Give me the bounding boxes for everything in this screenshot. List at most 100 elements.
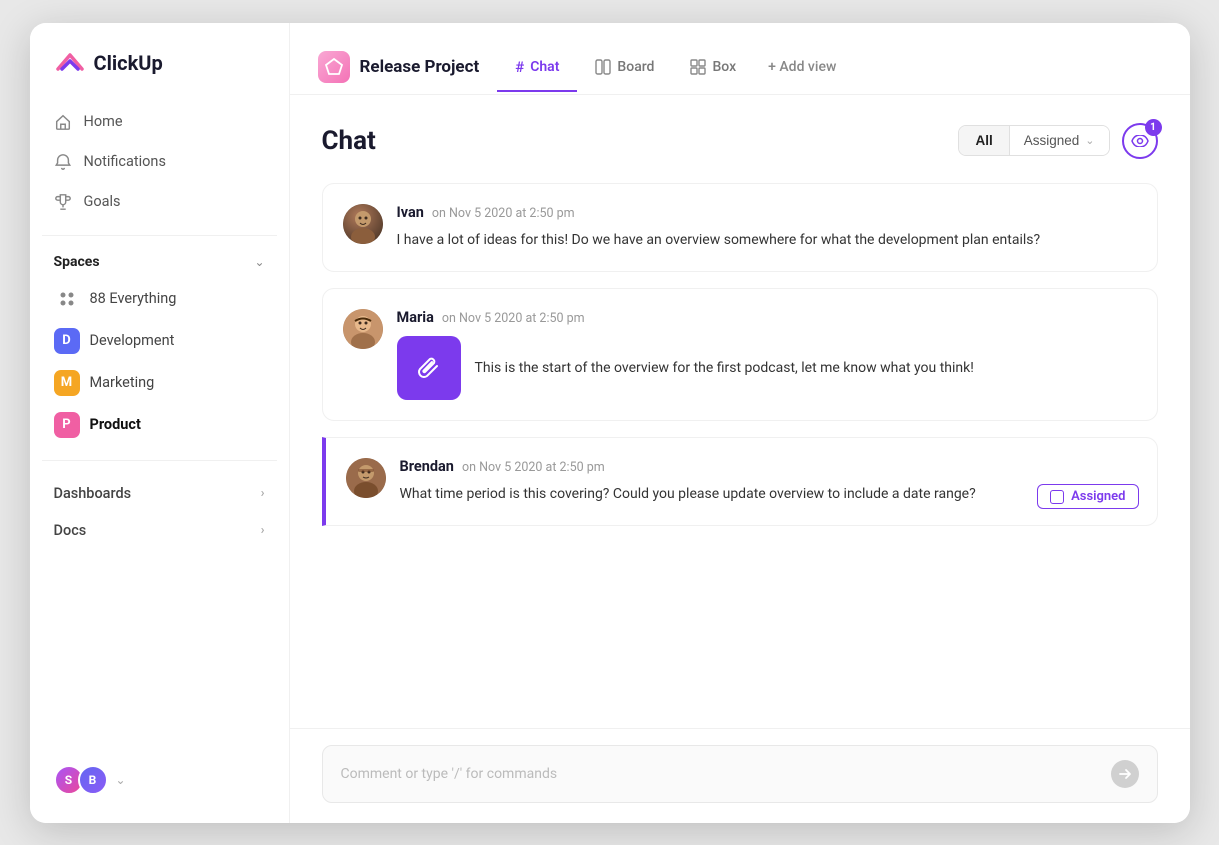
- home-label: Home: [84, 113, 123, 130]
- sidebar-divider-1: [42, 235, 277, 236]
- brendan-avatar: [346, 458, 386, 498]
- ivan-avatar: [343, 204, 383, 244]
- msg-1-header: Ivan on Nov 5 2020 at 2:50 pm: [397, 204, 1137, 221]
- msg-2-body: Maria on Nov 5 2020 at 2:50 pm This is t…: [397, 309, 1137, 400]
- header-right: All Assigned ⌄ 1: [958, 123, 1157, 159]
- home-icon: [54, 113, 72, 131]
- msg-3-text: What time period is this covering? Could…: [400, 483, 1137, 505]
- chat-list: Ivan on Nov 5 2020 at 2:50 pm I have a l…: [322, 183, 1158, 728]
- sidebar-item-product[interactable]: P Product: [30, 404, 289, 446]
- msg-3-header: Brendan on Nov 5 2020 at 2:50 pm: [400, 458, 1137, 475]
- box-icon: [690, 59, 706, 75]
- chat-tab-label: Chat: [530, 59, 559, 75]
- msg-1-author: Ivan: [397, 204, 424, 221]
- assigned-chevron-icon: ⌄: [1085, 134, 1094, 147]
- docs-label: Docs: [54, 522, 87, 539]
- marketing-badge: M: [54, 370, 80, 396]
- send-arrow-icon: [1118, 767, 1132, 781]
- spaces-header: Spaces ⌄: [30, 250, 289, 278]
- tab-box[interactable]: Box: [672, 45, 754, 91]
- eye-icon: [1131, 135, 1149, 147]
- filter-all-button[interactable]: All: [959, 126, 1008, 155]
- notifications-label: Notifications: [84, 153, 166, 170]
- project-icon: [318, 51, 350, 83]
- eye-badge-button[interactable]: 1: [1122, 123, 1158, 159]
- assign-button[interactable]: Assigned: [1037, 484, 1138, 509]
- development-label: Development: [90, 332, 175, 349]
- msg-2-author: Maria: [397, 309, 434, 326]
- trophy-icon: [54, 193, 72, 211]
- comment-input-box[interactable]: Comment or type '/' for commands: [322, 745, 1158, 803]
- sidebar-item-docs[interactable]: Docs ›: [30, 512, 289, 549]
- add-view-label: + Add view: [768, 59, 836, 75]
- msg-1-text: I have a lot of ideas for this! Do we ha…: [397, 229, 1137, 251]
- filter-group: All Assigned ⌄: [958, 125, 1109, 156]
- docs-chevron-icon: ›: [261, 523, 265, 538]
- dashboards-label: Dashboards: [54, 485, 132, 502]
- dashboards-chevron-icon: ›: [261, 486, 265, 501]
- logo-text: ClickUp: [94, 51, 163, 75]
- app-container: ClickUp Home Notifications: [30, 23, 1190, 823]
- product-badge: P: [54, 412, 80, 438]
- chat-message-1: Ivan on Nov 5 2020 at 2:50 pm I have a l…: [322, 183, 1158, 272]
- assign-label: Assigned: [1071, 489, 1125, 504]
- eye-badge-count: 1: [1145, 119, 1162, 136]
- everything-label: 88 Everything: [90, 290, 177, 307]
- footer-chevron-icon[interactable]: ⌄: [116, 773, 126, 787]
- attachment-icon[interactable]: [397, 336, 461, 400]
- sidebar-nav: Home Notifications Goals: [30, 103, 289, 221]
- sidebar: ClickUp Home Notifications: [30, 23, 290, 823]
- topbar-project: Release Project: [318, 51, 480, 83]
- project-title: Release Project: [360, 57, 480, 77]
- page-title: Chat: [322, 126, 376, 156]
- msg-2-header: Maria on Nov 5 2020 at 2:50 pm: [397, 309, 1137, 326]
- topbar-tabs: # Chat Board: [497, 41, 850, 94]
- paperclip-icon: [415, 354, 443, 382]
- main-panel: Release Project # Chat Board: [290, 23, 1190, 823]
- send-icon[interactable]: [1111, 760, 1139, 788]
- board-icon: [595, 59, 611, 75]
- content-header: Chat All Assigned ⌄ 1: [322, 123, 1158, 159]
- msg-3-author: Brendan: [400, 458, 454, 475]
- tab-board[interactable]: Board: [577, 45, 672, 91]
- tab-chat[interactable]: # Chat: [497, 44, 577, 92]
- sidebar-logo: ClickUp: [30, 47, 289, 103]
- product-label: Product: [90, 416, 141, 433]
- spaces-chevron-icon[interactable]: ⌄: [254, 255, 264, 269]
- user-avatars: S B: [54, 765, 108, 795]
- sidebar-item-dashboards[interactable]: Dashboards ›: [30, 475, 289, 512]
- sidebar-item-home[interactable]: Home: [42, 103, 277, 141]
- sidebar-item-notifications[interactable]: Notifications: [42, 143, 277, 181]
- msg-1-time: on Nov 5 2020 at 2:50 pm: [432, 206, 575, 221]
- content-area: Chat All Assigned ⌄ 1: [290, 95, 1190, 728]
- comment-placeholder: Comment or type '/' for commands: [341, 766, 1111, 782]
- board-tab-label: Board: [617, 59, 654, 75]
- box-tab-label: Box: [712, 59, 736, 75]
- comment-bar: Comment or type '/' for commands: [290, 728, 1190, 823]
- sidebar-item-goals[interactable]: Goals: [42, 183, 277, 221]
- goals-label: Goals: [84, 193, 121, 210]
- sidebar-item-everything[interactable]: 88 Everything: [30, 278, 289, 320]
- add-view-button[interactable]: + Add view: [754, 45, 850, 89]
- spaces-title: Spaces: [54, 254, 100, 270]
- everything-icon: [54, 286, 80, 312]
- user-avatar-b: B: [78, 765, 108, 795]
- msg-1-body: Ivan on Nov 5 2020 at 2:50 pm I have a l…: [397, 204, 1137, 251]
- maria-avatar: [343, 309, 383, 349]
- sidebar-footer: S B ⌄: [30, 753, 289, 807]
- sidebar-item-development[interactable]: D Development: [30, 320, 289, 362]
- clickup-logo-icon: [54, 47, 86, 79]
- sidebar-divider-2: [42, 460, 277, 461]
- sidebar-item-marketing[interactable]: M Marketing: [30, 362, 289, 404]
- msg-2-time: on Nov 5 2020 at 2:50 pm: [442, 311, 585, 326]
- topbar: Release Project # Chat Board: [290, 23, 1190, 95]
- msg-3-body: Brendan on Nov 5 2020 at 2:50 pm What ti…: [400, 458, 1137, 505]
- marketing-label: Marketing: [90, 374, 155, 391]
- filter-assigned-button[interactable]: Assigned ⌄: [1009, 126, 1109, 155]
- msg-2-attachment: This is the start of the overview for th…: [397, 336, 1137, 400]
- assign-checkbox-icon: [1050, 490, 1064, 504]
- chat-tab-hash: #: [515, 58, 524, 76]
- chat-message-2: Maria on Nov 5 2020 at 2:50 pm This is t…: [322, 288, 1158, 421]
- bell-icon: [54, 153, 72, 171]
- chat-message-3: Brendan on Nov 5 2020 at 2:50 pm What ti…: [322, 437, 1158, 526]
